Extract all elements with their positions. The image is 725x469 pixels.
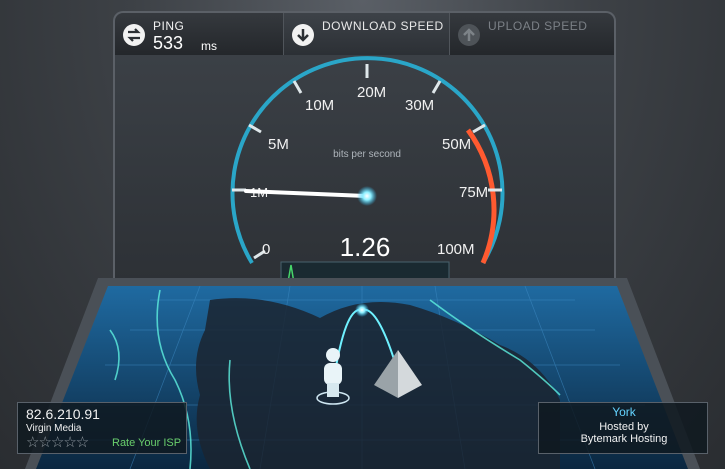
client-ip: 82.6.210.91 <box>26 406 100 422</box>
scale-label-10m: 10M <box>305 97 334 114</box>
hosted-by-label: Hosted by <box>599 421 649 433</box>
rating-stars[interactable]: ☆☆☆☆☆ <box>26 433 89 451</box>
needle-hub-glow <box>357 186 377 206</box>
scale-label-30m: 30M <box>405 97 434 114</box>
host-name: Bytemark Hosting <box>580 433 668 445</box>
scale-label-100m: 100M <box>437 241 475 258</box>
gauge-and-map: 0 1M 5M 10M 20M 30M 50M 75M 100M bits pe… <box>25 56 700 469</box>
unit-label: bits per second <box>333 149 401 160</box>
speedtest-window: PING 533 ms DOWNLOAD SPEED UPLOAD SPEED <box>0 0 725 469</box>
scale-label-5m: 5M <box>268 136 289 153</box>
connection-glow <box>355 303 369 317</box>
server-info-box: York Hosted by Bytemark Hosting <box>538 402 708 454</box>
rate-isp-link[interactable]: Rate Your ISP <box>112 437 181 449</box>
scale-label-50m: 50M <box>442 136 471 153</box>
scale-label-20m: 20M <box>357 84 386 101</box>
server-city: York <box>612 405 636 419</box>
current-speed: 1.26 <box>340 232 391 262</box>
server-host: Hosted by Bytemark Hosting <box>539 421 709 445</box>
client-info-box: 82.6.210.91 Virgin Media ☆☆☆☆☆ Rate Your… <box>17 402 187 454</box>
scale-label-0: 0 <box>262 241 270 258</box>
scale-label-75m: 75M <box>459 184 488 201</box>
